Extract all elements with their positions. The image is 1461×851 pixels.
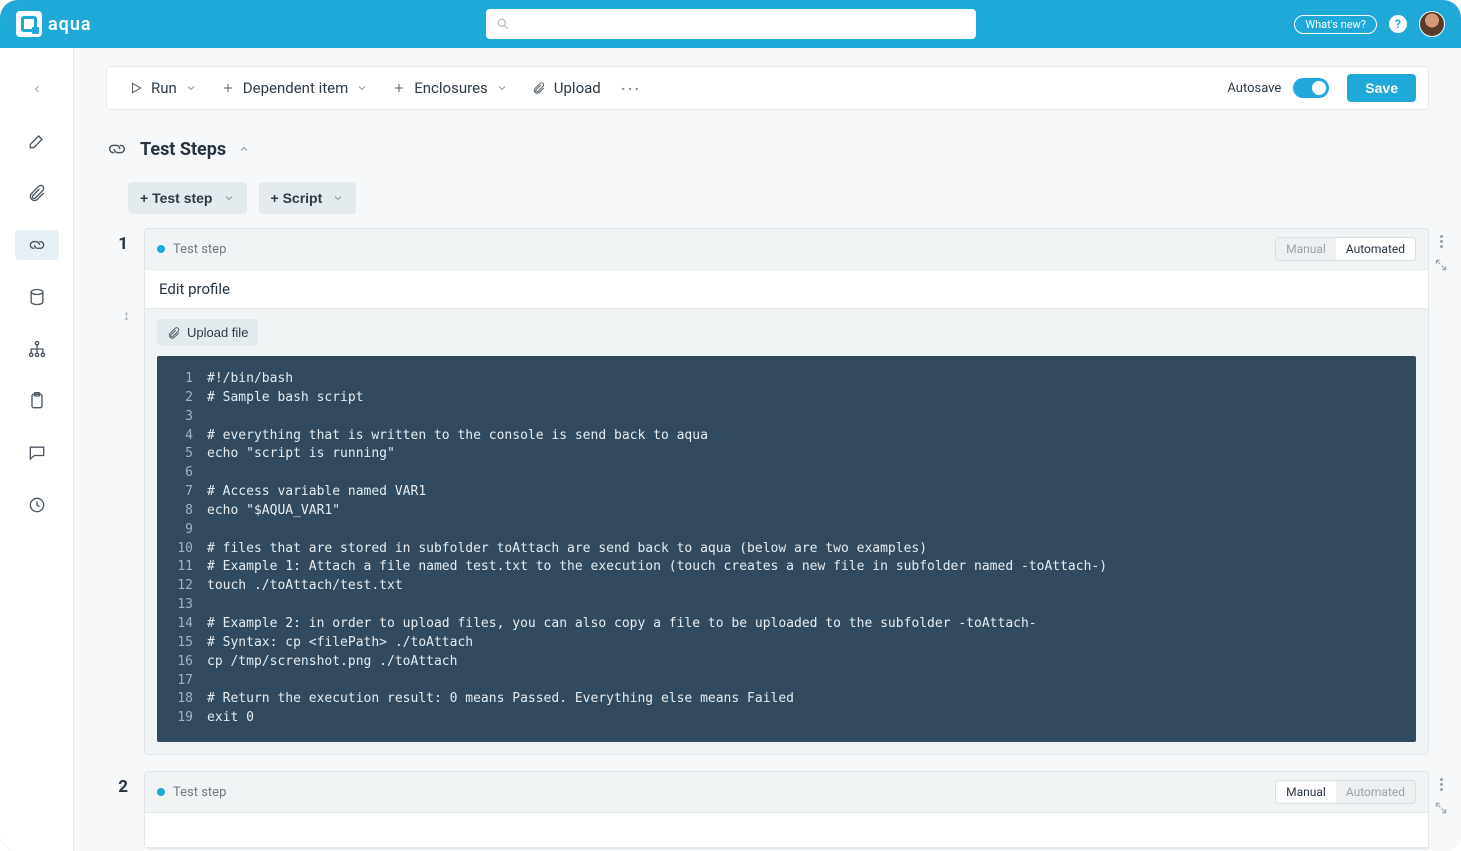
left-rail [0, 48, 74, 851]
expand-icon[interactable] [1434, 258, 1448, 272]
step-title-input[interactable] [145, 812, 1428, 848]
clock-icon [27, 495, 47, 515]
rail-item-chat[interactable] [15, 438, 59, 468]
brand-logo[interactable]: aqua [16, 11, 92, 37]
steps-icon [106, 138, 128, 160]
rail-item-db[interactable] [15, 282, 59, 312]
plus-icon [221, 81, 235, 95]
step-menu-button[interactable] [1440, 235, 1443, 248]
play-icon [129, 81, 143, 95]
plus-icon [392, 81, 406, 95]
more-actions-button[interactable]: ··· [615, 79, 647, 98]
add-test-step-button[interactable]: + Test step [128, 182, 247, 214]
rail-item-history[interactable] [15, 490, 59, 520]
top-bar: aqua What's new? ? [0, 0, 1461, 48]
step-index: 2 [106, 771, 128, 849]
logo-mark-icon [16, 11, 42, 37]
run-button[interactable]: Run [119, 73, 207, 103]
autosave-label: Autosave [1227, 81, 1281, 96]
mode-automated[interactable]: Automated [1336, 781, 1415, 803]
mode-manual[interactable]: Manual [1276, 781, 1336, 803]
add-test-step-label: + Test step [140, 190, 213, 206]
section-heading[interactable]: Test Steps [106, 138, 1429, 160]
mode-toggle[interactable]: Manual Automated [1275, 237, 1416, 261]
avatar[interactable] [1419, 11, 1445, 37]
rail-item-attach[interactable] [15, 178, 59, 208]
enclosures-button[interactable]: Enclosures [382, 73, 518, 103]
status-dot-icon [157, 245, 165, 253]
chevron-down-icon [223, 192, 235, 204]
rail-item-task[interactable] [15, 386, 59, 416]
step-type-label: Test step [173, 785, 226, 800]
clipboard-icon [27, 391, 47, 411]
paperclip-icon [167, 326, 181, 340]
autosave-toggle[interactable] [1293, 78, 1329, 98]
step-type-label: Test step [173, 242, 226, 257]
collapse-rail-button[interactable] [15, 74, 59, 104]
dependent-label: Dependent item [243, 79, 348, 97]
step-row: 2 Test step Manual Automated [106, 771, 1429, 849]
step-card: Test step Manual Automated [144, 771, 1429, 849]
code-editor[interactable]: 1#!/bin/bash2# Sample bash script34# eve… [157, 356, 1416, 742]
upload-file-label: Upload file [187, 325, 248, 340]
chevron-down-icon [332, 192, 344, 204]
link-icon [27, 235, 47, 255]
add-script-button[interactable]: + Script [259, 182, 357, 214]
upload-file-button[interactable]: Upload file [157, 319, 258, 346]
expand-icon[interactable] [1434, 801, 1448, 815]
enclosures-label: Enclosures [414, 79, 488, 97]
mode-manual[interactable]: Manual [1276, 238, 1336, 260]
save-button[interactable]: Save [1347, 74, 1416, 102]
mode-automated[interactable]: Automated [1336, 238, 1415, 260]
chevron-down-icon [356, 82, 368, 94]
edit-icon [27, 131, 47, 151]
status-dot-icon [157, 788, 165, 796]
dependent-item-button[interactable]: Dependent item [211, 73, 378, 103]
paperclip-icon [532, 81, 546, 95]
main-panel: Run Dependent item Enclosures Upload [74, 48, 1461, 851]
global-search[interactable] [486, 9, 976, 39]
search-icon [496, 17, 510, 31]
upload-button[interactable]: Upload [522, 73, 611, 103]
drag-handle-icon[interactable]: ↕ [123, 307, 130, 324]
chevron-down-icon [496, 82, 508, 94]
step-row: 1 ↕ Test step Manual Automated [106, 228, 1429, 755]
action-toolbar: Run Dependent item Enclosures Upload [106, 66, 1429, 110]
brand-text: aqua [48, 14, 92, 35]
add-script-label: + Script [271, 190, 323, 206]
help-button[interactable]: ? [1389, 15, 1407, 33]
whats-new-button[interactable]: What's new? [1294, 15, 1377, 34]
chat-icon [27, 443, 47, 463]
run-label: Run [151, 79, 177, 97]
chevron-down-icon [185, 82, 197, 94]
step-title-input[interactable]: Edit profile [145, 269, 1428, 309]
database-icon [27, 287, 47, 307]
mode-toggle[interactable]: Manual Automated [1275, 780, 1416, 804]
step-card: ↕ Test step Manual Automated [144, 228, 1429, 755]
rail-item-tree[interactable] [15, 334, 59, 364]
rail-item-edit[interactable] [15, 126, 59, 156]
section-title: Test Steps [140, 139, 226, 160]
upload-label: Upload [554, 79, 601, 97]
step-menu-button[interactable] [1440, 778, 1443, 791]
rail-item-steps[interactable] [15, 230, 59, 260]
paperclip-icon [27, 183, 47, 203]
chevron-up-icon [238, 143, 250, 155]
chevron-left-icon [31, 83, 43, 95]
sitemap-icon [27, 339, 47, 359]
